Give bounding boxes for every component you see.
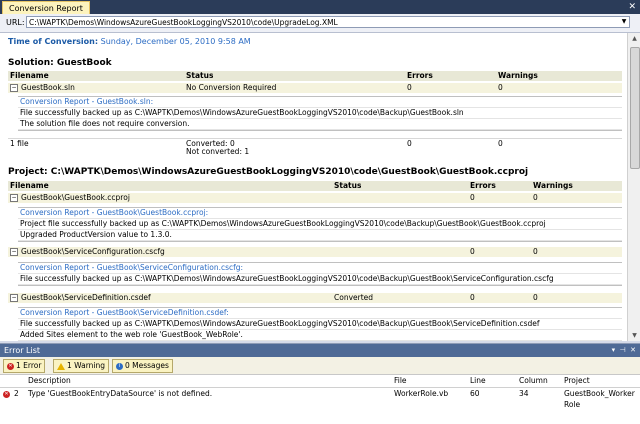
close-icon[interactable]: ✕ (628, 1, 636, 13)
warning-icon (57, 362, 65, 370)
error-file: WorkerRole.vb (394, 389, 449, 398)
error-list-header: Description File Line Column Project (0, 375, 640, 388)
error-filter-bar: ✕ 1 Error 1 Warning i0 Messages (0, 357, 640, 375)
file-errors: 0 (470, 193, 475, 202)
detail-link[interactable]: Conversion Report - GuestBook\ServiceCon… (18, 263, 622, 274)
file-errors: 0 (470, 293, 475, 302)
collapse-icon[interactable]: − (10, 194, 18, 202)
detail-line: Added Sites element to the web role 'Gue… (18, 330, 622, 341)
url-input[interactable]: C:\WAPTK\Demos\WindowsAzureGuestBookLogg… (26, 16, 630, 28)
detail-box: Conversion Report - GuestBook\ServiceCon… (18, 262, 622, 286)
table-row[interactable]: ✕ 2 Type 'GuestBookEntryDataSource' is n… (0, 388, 640, 410)
error-line: 60 (470, 389, 480, 398)
file-errors: 0 (407, 83, 412, 92)
solution-heading: Solution: GuestBook (8, 58, 112, 68)
scroll-up-icon[interactable]: ▲ (628, 33, 640, 44)
file-warnings: 0 (533, 247, 538, 256)
table-row[interactable]: − GuestBook\ServiceConfiguration.cscfg 0 … (8, 247, 622, 257)
collapse-icon[interactable]: − (10, 84, 18, 92)
conversion-report-body: Time of Conversion: Sunday, December 05,… (0, 33, 627, 341)
col-line[interactable]: Line (470, 375, 486, 387)
error-description: Type 'GuestBookEntryDataSource' is not d… (28, 389, 213, 398)
tab-title: Conversion Report (9, 4, 83, 13)
file-name: GuestBook\GuestBook.ccproj (21, 193, 130, 202)
file-warnings: 0 (498, 83, 503, 92)
col-filename: Filename (10, 71, 49, 80)
dropdown-icon[interactable]: ▾ (612, 346, 616, 354)
file-warnings: 0 (533, 293, 538, 302)
col-project[interactable]: Project (564, 375, 590, 387)
col-warnings: Warnings (533, 181, 573, 190)
table-row[interactable]: − GuestBook.sln No Conversion Required 0 … (8, 83, 622, 93)
time-label: Time of Conversion: (8, 37, 99, 46)
error-icon: ✕ (7, 362, 14, 370)
document-tab-strip: Conversion Report ✕ (0, 0, 640, 15)
file-status: No Conversion Required (186, 83, 277, 92)
detail-box: Conversion Report - GuestBook\GuestBook.… (18, 207, 622, 242)
table-row[interactable]: − GuestBook\GuestBook.ccproj 0 0 (8, 193, 622, 203)
errors-filter-button[interactable]: ✕ 1 Error (3, 359, 46, 373)
error-list-title-bar: Error List ▾ ⊣ ✕ (0, 344, 640, 357)
close-icon[interactable]: ✕ (630, 346, 636, 354)
error-list-title: Error List (4, 346, 41, 355)
col-errors: Errors (470, 181, 496, 190)
pin-icon[interactable]: ⊣ (620, 346, 626, 354)
col-warnings: Warnings (498, 71, 538, 80)
detail-box: Conversion Report - GuestBook\ServiceDef… (18, 307, 622, 341)
errors-filter-label: 1 Error (16, 361, 42, 370)
file-name: GuestBook\ServiceDefinition.csdef (21, 293, 151, 302)
detail-link[interactable]: Conversion Report - GuestBook\GuestBook.… (18, 208, 622, 219)
col-status: Status (334, 181, 362, 190)
table-row[interactable]: − GuestBook\ServiceDefinition.csdef Conve… (8, 293, 622, 303)
collapse-icon[interactable]: − (10, 248, 18, 256)
col-column[interactable]: Column (519, 375, 548, 387)
report-scrollbar[interactable]: ▲ ▼ (627, 33, 640, 341)
solution-summary-2: Not converted: 1 (8, 147, 622, 157)
col-filename: Filename (10, 181, 49, 190)
chevron-down-icon[interactable]: ▼ (619, 17, 629, 27)
messages-filter-label: 0 Messages (125, 361, 169, 370)
file-errors: 0 (470, 247, 475, 256)
detail-line: File successfully backed up as C:\WAPTK\… (18, 274, 622, 285)
detail-box: Conversion Report - GuestBook.sln: File … (18, 96, 622, 131)
warnings-filter-button[interactable]: 1 Warning (53, 359, 109, 373)
detail-line: Upgraded ProductVersion value to 1.3.0. (18, 230, 622, 241)
scroll-thumb[interactable] (630, 47, 640, 169)
info-icon: i (116, 362, 123, 370)
error-icon: ✕ (3, 390, 10, 398)
solution-table-header: Filename Status Errors Warnings (8, 71, 622, 81)
file-name: GuestBook.sln (21, 83, 75, 92)
col-status: Status (186, 71, 214, 80)
detail-line: File successfully backed up as C:\WAPTK\… (18, 319, 622, 330)
error-column: 34 (519, 389, 529, 398)
detail-line: Project file successfully backed up as C… (18, 219, 622, 230)
col-file[interactable]: File (394, 375, 407, 387)
time-value: Sunday, December 05, 2010 9:58 AM (100, 37, 251, 46)
url-value: C:\WAPTK\Demos\WindowsAzureGuestBookLogg… (29, 18, 338, 27)
scroll-down-icon[interactable]: ▼ (628, 330, 640, 341)
error-list-panel: Error List ▾ ⊣ ✕ ✕ 1 Error 1 Warning i0 M… (0, 343, 640, 424)
file-status: Converted (334, 293, 374, 302)
detail-link[interactable]: Conversion Report - GuestBook.sln: (18, 97, 622, 108)
detail-line: The solution file does not require conve… (18, 119, 622, 130)
detail-link[interactable]: Conversion Report - GuestBook\ServiceDef… (18, 308, 622, 319)
warnings-filter-label: 1 Warning (67, 361, 105, 370)
file-warnings: 0 (533, 193, 538, 202)
summary-not-converted: Not converted: 1 (186, 147, 250, 156)
error-project: GuestBook_WorkerRole (564, 389, 635, 409)
col-errors: Errors (407, 71, 433, 80)
project-table-header: Filename Status Errors Warnings (8, 181, 622, 191)
collapse-icon[interactable]: − (10, 294, 18, 302)
error-index: 2 (14, 389, 19, 398)
project-heading: Project: C:\WAPTK\Demos\WindowsAzureGues… (8, 167, 529, 177)
time-of-conversion: Time of Conversion: Sunday, December 05,… (8, 37, 251, 46)
url-bar: URL: C:\WAPTK\Demos\WindowsAzureGuestBoo… (0, 14, 640, 33)
col-description[interactable]: Description (28, 375, 71, 387)
file-name: GuestBook\ServiceConfiguration.cscfg (21, 247, 165, 256)
detail-line: File successfully backed up as C:\WAPTK\… (18, 108, 622, 119)
messages-filter-button[interactable]: i0 Messages (112, 359, 173, 373)
url-label: URL: (6, 18, 25, 27)
tab-conversion-report[interactable]: Conversion Report (2, 1, 90, 15)
